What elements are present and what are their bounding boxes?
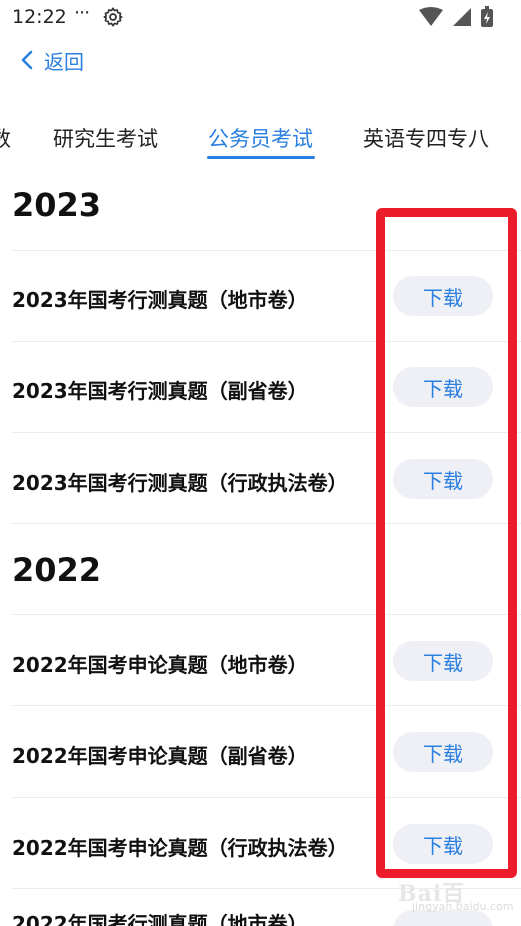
download-button[interactable]: 下载	[393, 276, 493, 316]
section-year-2023: 2023	[12, 186, 102, 224]
divider	[12, 341, 521, 342]
active-tab-indicator	[207, 156, 315, 159]
download-button[interactable]: 下载	[393, 459, 493, 499]
divider	[12, 523, 521, 524]
list-item-title: 2022年国考申论真题（副省卷）	[12, 744, 308, 768]
settings-gear-icon	[103, 7, 123, 27]
download-button[interactable]: 下载	[393, 732, 493, 772]
baidu-watermark: Bai百 jingyan.baidu.com	[398, 872, 514, 916]
list-item-title: 2022年国考申论真题（地市卷）	[12, 653, 308, 677]
tab-civil-service-exam[interactable]: 公务员考试	[208, 123, 313, 153]
divider	[12, 705, 521, 706]
back-button[interactable]: 返回	[18, 44, 84, 76]
download-button[interactable]: 下载	[393, 367, 493, 407]
section-year-2022: 2022	[12, 551, 102, 589]
download-button[interactable]: 下载	[393, 824, 493, 864]
status-bar: 12:22 ···	[0, 0, 521, 36]
divider	[12, 432, 521, 433]
divider	[12, 797, 521, 798]
list-item-title: 2022年国考申论真题（行政执法卷）	[12, 836, 348, 860]
watermark-sub: jingyan.baidu.com	[412, 900, 514, 913]
status-icons	[419, 6, 493, 27]
divider	[12, 250, 521, 251]
back-label: 返回	[44, 49, 84, 74]
signal-icon	[453, 8, 471, 26]
tab-english-tem[interactable]: 英语专四专八	[363, 123, 489, 153]
tab-partial[interactable]: 数	[0, 123, 11, 153]
list-item-title-partial: 2022年国考行测真题（地市卷）	[12, 912, 308, 926]
list-item-title: 2023年国考行测真题（行政执法卷）	[12, 471, 348, 495]
divider	[12, 614, 521, 615]
status-time: 12:22	[12, 6, 67, 28]
list-item-title: 2023年国考行测真题（副省卷）	[12, 379, 308, 403]
wifi-icon	[419, 7, 443, 26]
category-tabs: 数 研究生考试 公务员考试 英语专四专八	[0, 115, 521, 165]
download-button[interactable]: 下载	[393, 641, 493, 681]
tab-graduate-exam[interactable]: 研究生考试	[53, 123, 158, 153]
chevron-left-icon	[21, 50, 33, 70]
more-dots-icon: ···	[74, 2, 90, 24]
list-item-title: 2023年国考行测真题（地市卷）	[12, 288, 308, 312]
